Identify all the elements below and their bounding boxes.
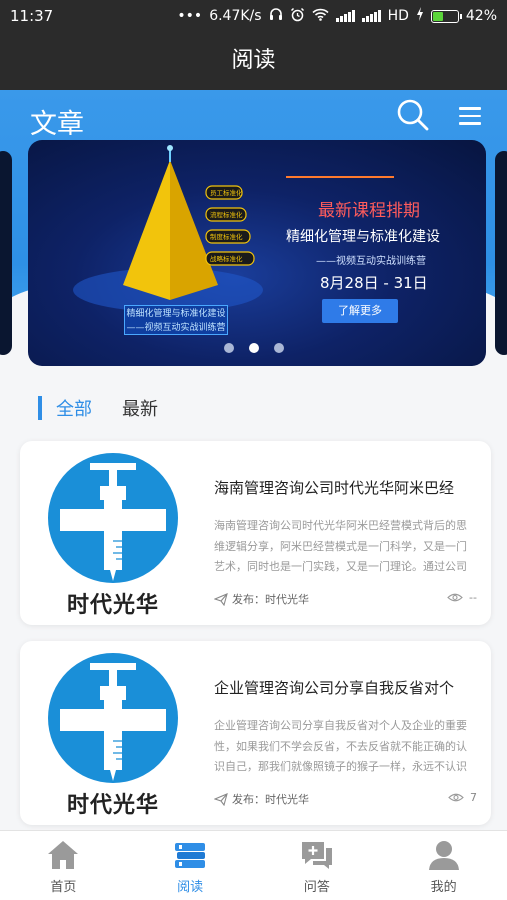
tab-reading-label: 阅读: [177, 880, 204, 895]
pyramid-caption: 精细化管理与标准化建设 ——视频互动实战训练营: [124, 305, 228, 335]
network-speed: 6.47K/s: [209, 8, 262, 24]
banner-next-peek[interactable]: [495, 151, 507, 355]
tab-mine[interactable]: 我的: [380, 831, 507, 900]
article-thumbnail: 时代光华: [40, 653, 200, 823]
qa-icon: [301, 842, 332, 869]
tab-all[interactable]: 全部: [56, 395, 92, 421]
syringe-logo-icon: [48, 653, 178, 783]
banner-date: 8月28日 - 31日: [320, 274, 428, 292]
menu-button[interactable]: [456, 102, 484, 130]
charging-icon: [416, 7, 424, 25]
tab-home[interactable]: 首页: [0, 831, 127, 900]
page-title: 阅读: [231, 48, 276, 73]
banner-prev-peek[interactable]: [0, 151, 12, 355]
alarm-icon: [290, 7, 305, 26]
view-count: 7: [470, 791, 477, 804]
pyramid-caption-line1: 精细化管理与标准化建设: [126, 309, 226, 319]
pyramid-label-4: 战略标准化: [210, 254, 243, 263]
tab-mine-label: 我的: [430, 880, 457, 895]
article-thumbnail: 时代光华: [40, 453, 200, 623]
carousel-indicator: [0, 343, 507, 353]
banner-subtitle: 精细化管理与标准化建设: [286, 229, 440, 245]
tab-home-label: 首页: [50, 880, 77, 895]
carousel-dot[interactable]: [248, 343, 259, 353]
user-icon: [428, 841, 459, 870]
article-publisher: 发布：时代光华: [214, 791, 309, 807]
more-dots-icon: •••: [177, 8, 203, 24]
publisher-label: 发布：时代光华: [232, 593, 309, 606]
article-summary: 海南管理咨询公司时代光华阿米巴经营模式背后的思维逻辑分享，阿米巴经营模式是一门科…: [214, 519, 467, 573]
carousel-dot[interactable]: [223, 343, 234, 353]
network-type: HD: [387, 8, 409, 24]
filter-tabs: 全部 最新: [38, 393, 188, 423]
pyramid-label-3: 制度标准化: [210, 232, 243, 241]
article-views: 7: [448, 791, 477, 804]
article-title: 企业管理咨询公司分享自我反省对个: [214, 679, 455, 697]
article-card[interactable]: 时代光华 企业管理咨询公司分享自我反省对个 企业管理咨询公司分享自我反省对个人及…: [20, 641, 491, 825]
article-card[interactable]: 时代光华 海南管理咨询公司时代光华阿米巴经 海南管理咨询公司时代光华阿米巴经营模…: [20, 441, 491, 625]
wifi-icon: [312, 8, 329, 25]
signal-2-icon: [361, 10, 381, 22]
search-button[interactable]: [396, 98, 430, 132]
view-count: --: [469, 591, 477, 604]
home-icon: [48, 841, 79, 869]
eye-icon: [447, 593, 463, 602]
learn-more-button[interactable]: 了解更多: [322, 299, 398, 323]
article-publisher: 发布：时代光华: [214, 591, 309, 607]
signal-icon: [335, 10, 355, 22]
article-summary: 企业管理咨询公司分享自我反省对个人及企业的重要性，如果我们不学会反省，不去反省就…: [214, 719, 467, 773]
books-icon: [175, 843, 206, 868]
article-brand: 时代光华: [66, 593, 159, 618]
headphone-icon: [269, 7, 283, 25]
search-icon: [397, 99, 429, 131]
tab-indicator: [38, 396, 42, 420]
status-indicators: ••• 6.47K/s HD 42%: [177, 7, 497, 26]
carousel-dot[interactable]: [273, 343, 284, 353]
status-time: 11:37: [10, 7, 54, 25]
send-icon: [214, 792, 228, 806]
publisher-label: 发布：时代光华: [232, 793, 309, 806]
banner-slide[interactable]: 员工标准化 流程标准化 制度标准化 战略标准化 精细化管理与标准化建设 ——视频…: [28, 140, 486, 366]
eye-icon: [448, 793, 464, 802]
article-views: --: [447, 591, 477, 604]
pyramid-caption-line2: ——视频互动实战训练营: [126, 323, 226, 333]
send-icon: [214, 592, 228, 606]
tab-qa-label: 问答: [303, 880, 330, 895]
banner-note: ——视频互动实战训练营: [316, 256, 426, 267]
pyramid-label-2: 流程标准化: [210, 210, 243, 219]
app-title-bar: 阅读: [0, 32, 507, 90]
banner-headline: 最新课程排期: [318, 201, 420, 221]
tab-qa[interactable]: 问答: [254, 831, 381, 900]
syringe-logo-icon: [48, 453, 178, 583]
status-bar: 11:37 ••• 6.47K/s HD 42%: [0, 0, 507, 32]
section-title: 文章: [30, 109, 84, 140]
menu-icon: [456, 107, 484, 125]
tab-latest[interactable]: 最新: [122, 395, 158, 421]
battery-icon: [430, 9, 462, 23]
bottom-tab-bar: 首页 阅读 问答 我的: [0, 830, 507, 900]
battery-percent: 42%: [465, 8, 497, 24]
article-title: 海南管理咨询公司时代光华阿米巴经: [214, 479, 455, 497]
pyramid-label-1: 员工标准化: [210, 188, 243, 197]
tab-reading[interactable]: 阅读: [127, 831, 254, 900]
article-brand: 时代光华: [66, 793, 159, 818]
